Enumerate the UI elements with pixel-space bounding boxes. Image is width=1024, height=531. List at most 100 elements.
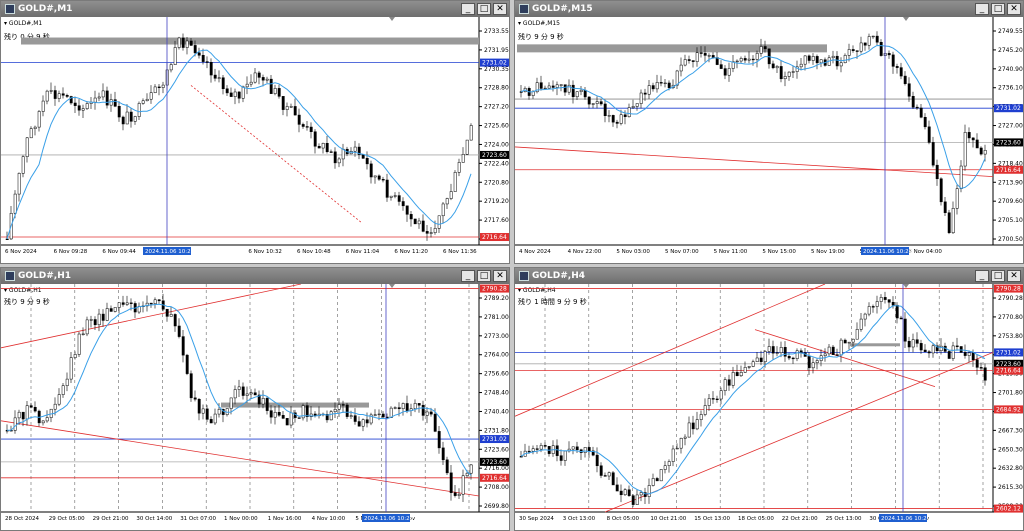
titlebar[interactable]: GOLD#,H4 _ □ ✕	[515, 268, 1023, 284]
candle-body	[217, 408, 221, 415]
candle-body	[253, 72, 257, 83]
candle-body	[449, 472, 453, 493]
window-title: GOLD#,M15	[532, 4, 593, 14]
candle-body	[695, 52, 699, 62]
close-button[interactable]: ✕	[493, 270, 507, 282]
candle-body	[249, 81, 253, 85]
candle-body	[181, 336, 185, 356]
candle-body	[193, 397, 197, 400]
price-chart[interactable]: 2749.552745.202740.902736.102731.802727.…	[515, 17, 1024, 264]
candle-body	[393, 195, 397, 197]
candle-body	[931, 142, 935, 166]
time-tick-label: 6 Nov 2024	[5, 249, 37, 255]
candle-body	[93, 319, 97, 326]
time-tick-label: 6 Nov 09:44	[102, 249, 136, 255]
candle-body	[117, 302, 121, 308]
candle-body	[771, 63, 775, 69]
chart-window-h1[interactable]: GOLD#,H1 _ □ ✕ ▾ GOLD#,H1 残り 9 分 9 秒 278…	[0, 267, 510, 531]
price-tick-label: 2748.40	[484, 390, 509, 397]
candle-body	[599, 465, 603, 476]
minimize-button[interactable]: _	[461, 3, 475, 15]
candle-body	[791, 71, 795, 73]
candle-body	[635, 494, 639, 505]
candle-body	[639, 492, 643, 496]
candle-body	[895, 304, 899, 319]
time-tick-label: 1 Nov 00:00	[224, 516, 258, 522]
price-badge-label: 2731.02	[482, 60, 507, 67]
candle-body	[449, 191, 453, 199]
maximize-button[interactable]: □	[991, 3, 1005, 15]
candle-body	[261, 398, 265, 405]
candle-body	[245, 393, 249, 396]
price-tick-label: 2699.80	[484, 503, 509, 510]
candle-body	[349, 415, 353, 417]
time-tick-label: 6 Nov 10:48	[297, 249, 331, 255]
candle-body	[855, 50, 859, 52]
candle-body	[57, 93, 61, 99]
chart-window-icon	[5, 271, 15, 281]
candle-body	[827, 346, 831, 355]
price-tick-label: 2740.40	[484, 408, 509, 415]
candle-body	[77, 333, 81, 355]
candle-body	[803, 55, 807, 65]
candle-body	[153, 299, 157, 305]
candle-body	[615, 121, 619, 124]
candle-body	[405, 403, 409, 411]
price-chart[interactable]: 2789.20 2781.00 2773.00 2764.00 2756.60 2748.…	[1, 284, 510, 531]
price-badge-label: 2723.60	[482, 459, 507, 466]
candle-body	[361, 154, 365, 159]
close-button[interactable]: ✕	[493, 3, 507, 15]
candle-body	[655, 82, 659, 90]
candle-body	[847, 49, 851, 56]
chart-window-m15[interactable]: GOLD#,M15 _ □ ✕ ▾ GOLD#,M15 残り 9 分 9 秒 2…	[514, 0, 1024, 264]
candle-body	[559, 84, 563, 86]
candle-body	[373, 414, 377, 416]
candle-body	[33, 126, 37, 129]
candle-body	[353, 146, 357, 152]
titlebar[interactable]: GOLD#,M1 _ □ ✕	[1, 1, 509, 17]
chart-window-h4[interactable]: GOLD#,H4 _ □ ✕ ▾ GOLD#,H4 残り 1 時間 9 分 9 …	[514, 267, 1024, 531]
candle-body	[121, 116, 125, 125]
minimize-button[interactable]: _	[975, 270, 989, 282]
price-chart[interactable]: 2790.282770.802753.802736.302719.302701.…	[515, 284, 1024, 531]
candle-body	[651, 478, 655, 486]
candle-body	[105, 308, 109, 321]
maximize-button[interactable]: □	[477, 270, 491, 282]
candle-body	[301, 124, 305, 127]
candle-body	[639, 92, 643, 104]
candle-body	[105, 90, 109, 106]
candle-body	[711, 55, 715, 58]
candle-body	[687, 59, 691, 61]
candle-body	[771, 346, 775, 354]
candle-body	[699, 414, 703, 420]
candle-body	[125, 302, 129, 305]
close-button[interactable]: ✕	[1007, 270, 1021, 282]
titlebar[interactable]: GOLD#,M15 _ □ ✕	[515, 1, 1023, 17]
time-tick-label: 6 Nov 04:00	[908, 249, 942, 255]
candle-body	[401, 201, 405, 207]
maximize-button[interactable]: □	[477, 3, 491, 15]
chart-window-m1[interactable]: GOLD#,M1 _ □ ✕ ▾ GOLD#,M1 残り 0 分 9 秒 273…	[0, 0, 510, 264]
candle-body	[293, 106, 297, 116]
close-button[interactable]: ✕	[1007, 3, 1021, 15]
candle-body	[257, 72, 261, 78]
candle-body	[787, 356, 791, 359]
candle-body	[535, 448, 539, 450]
time-tick-label: 4 Nov 2024	[519, 249, 551, 255]
titlebar[interactable]: GOLD#,H1 _ □ ✕	[1, 268, 509, 284]
chart-window-icon	[519, 4, 529, 14]
price-chart[interactable]: 2733.55 2731.95 2730.35 2728.80 2727.20 2725.…	[1, 17, 510, 264]
candle-body	[647, 485, 651, 497]
minimize-button[interactable]: _	[975, 3, 989, 15]
candle-body	[575, 91, 579, 98]
candle-body	[297, 417, 301, 419]
candle-body	[543, 87, 547, 90]
minimize-button[interactable]: _	[461, 270, 475, 282]
candle-body	[583, 89, 587, 98]
candle-body	[779, 347, 783, 353]
candle-body	[735, 60, 739, 63]
time-tick-label: 3 Oct 13:00	[563, 516, 596, 522]
candle-body	[169, 314, 173, 317]
candle-body	[775, 66, 779, 69]
maximize-button[interactable]: □	[991, 270, 1005, 282]
